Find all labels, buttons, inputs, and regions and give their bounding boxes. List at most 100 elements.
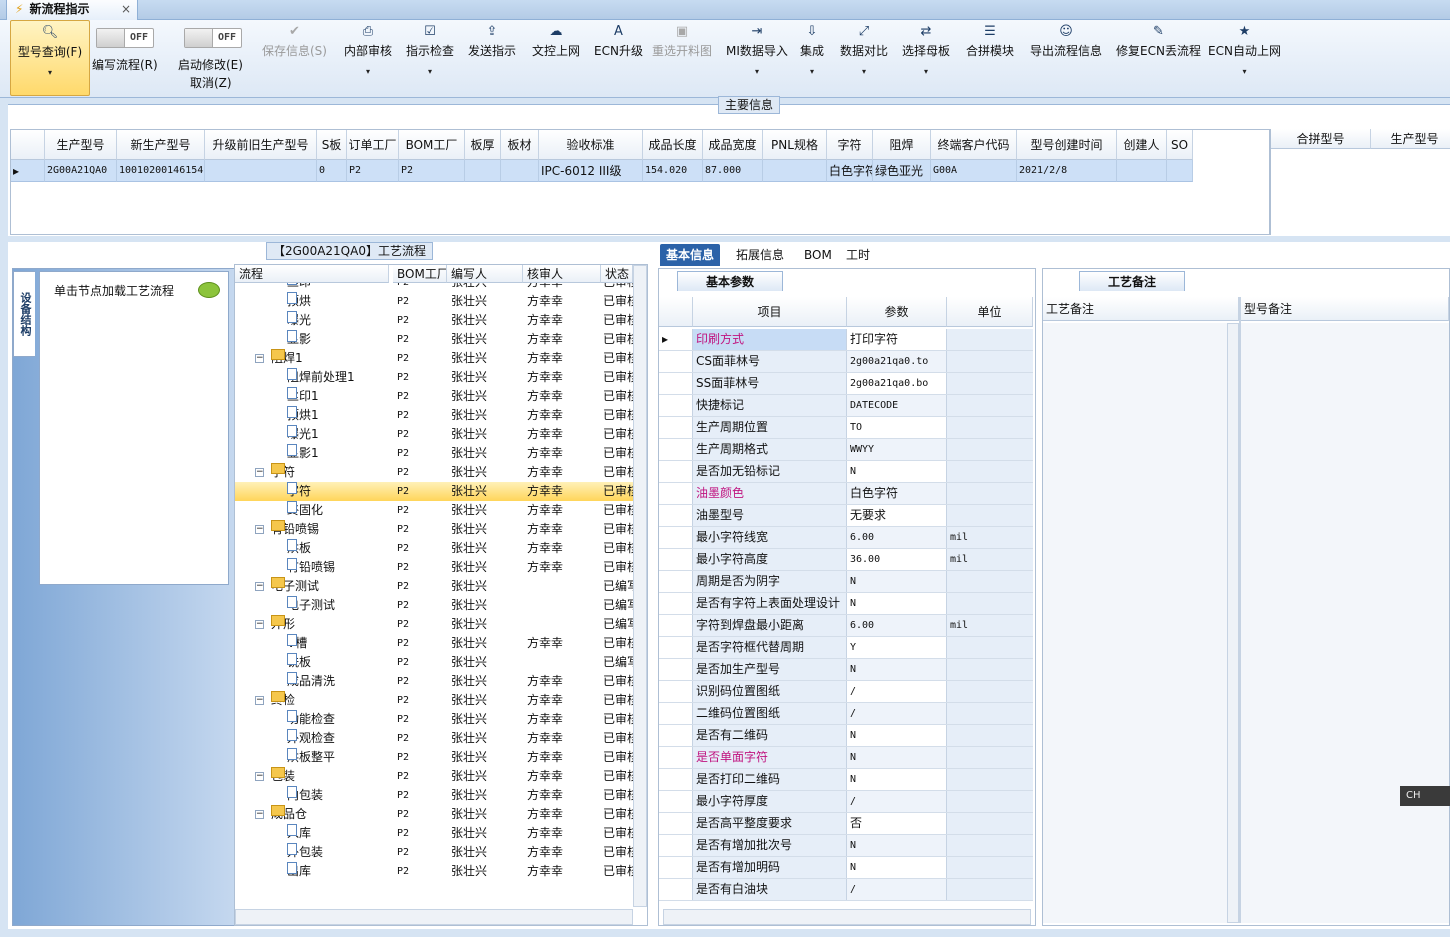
tree-horizontal-scrollbar[interactable] bbox=[235, 909, 633, 925]
tree-row[interactable]: 显影 P2 张壮兴 方幸幸 已审核 bbox=[235, 330, 633, 349]
tree-row[interactable]: 预烘1 P2 张壮兴 方幸幸 已审核 bbox=[235, 406, 633, 425]
column-header[interactable]: 板厚 bbox=[465, 130, 501, 160]
collapse-icon[interactable]: − bbox=[255, 468, 264, 477]
ribbon-button-0[interactable]: ✔ 保存信息(S) bbox=[262, 20, 327, 96]
tree-row[interactable]: 丝印1 P2 张壮兴 方幸幸 已审核 bbox=[235, 387, 633, 406]
param-row[interactable]: 是否加生产型号 N bbox=[659, 659, 1033, 681]
param-value[interactable]: TO bbox=[847, 417, 947, 438]
param-row[interactable]: ▸ 印刷方式 打印字符 bbox=[659, 329, 1033, 351]
tab-2[interactable]: BOM bbox=[798, 244, 838, 266]
table-cell[interactable] bbox=[1167, 160, 1193, 182]
param-value[interactable]: N bbox=[847, 571, 947, 592]
tree-row[interactable]: 外包装 P2 张壮兴 方幸幸 已审核 bbox=[235, 843, 633, 862]
ribbon-button-4[interactable]: ☁ 文控上网 bbox=[532, 20, 580, 96]
param-value[interactable]: 6.00 bbox=[847, 615, 947, 636]
column-header[interactable]: PNL规格 bbox=[763, 130, 827, 160]
tree-row[interactable]: 丝印 P2 张壮兴方幸幸已审核 bbox=[235, 283, 633, 292]
table-cell[interactable]: 白色字符 bbox=[827, 160, 873, 182]
process-remark-tab[interactable]: 工艺备注 bbox=[1079, 271, 1185, 291]
column-header[interactable]: 生产型号 bbox=[1371, 129, 1450, 149]
collapse-icon[interactable]: − bbox=[255, 525, 264, 534]
param-row[interactable]: 是否单面字符 N bbox=[659, 747, 1033, 769]
tree-row[interactable]: −有铅喷锡 P2 张壮兴 方幸幸 已审核 bbox=[235, 520, 633, 539]
tree-row[interactable]: −阻焊1 P2 张壮兴 方幸幸 已审核 bbox=[235, 349, 633, 368]
param-value[interactable]: Y bbox=[847, 637, 947, 658]
column-header[interactable]: 型号创建时间 bbox=[1017, 130, 1117, 160]
param-row[interactable]: 油墨颜色 白色字符 bbox=[659, 483, 1033, 505]
column-header[interactable]: 字符 bbox=[827, 130, 873, 160]
param-row[interactable]: 字符到焊盘最小距离 6.00 mil bbox=[659, 615, 1033, 637]
column-header[interactable]: 生产型号 bbox=[45, 130, 117, 160]
column-header[interactable]: S板 bbox=[317, 130, 347, 160]
param-row[interactable]: 识别码位置图纸 / bbox=[659, 681, 1033, 703]
param-row[interactable]: 是否字符框代替周期 Y bbox=[659, 637, 1033, 659]
tree-column-header[interactable]: 核审人 bbox=[523, 265, 601, 283]
tree-row[interactable]: 铣板 P2 张壮兴 已编写 bbox=[235, 653, 633, 672]
param-row[interactable]: 生产周期格式 WWYY bbox=[659, 439, 1033, 461]
ribbon-button-2[interactable]: ☑ 指示检查 ▾ bbox=[406, 20, 454, 96]
tree-row[interactable]: −终检 P2 张壮兴 方幸幸 已审核 bbox=[235, 691, 633, 710]
table-cell[interactable]: 2021/2/8 bbox=[1017, 160, 1117, 182]
param-value[interactable]: 36.00 bbox=[847, 549, 947, 570]
tree-column-header[interactable]: 状态 bbox=[601, 265, 633, 283]
param-value[interactable]: N bbox=[847, 725, 947, 746]
table-cell[interactable] bbox=[1117, 160, 1167, 182]
param-row[interactable]: 是否有增加批次号 N bbox=[659, 835, 1033, 857]
tree-row[interactable]: −包装 P2 张壮兴 方幸幸 已审核 bbox=[235, 767, 633, 786]
document-tab[interactable]: ⚡ 新流程指示 × bbox=[6, 0, 138, 20]
ribbon-button-10[interactable]: ⇄ 选择母板 ▾ bbox=[902, 20, 950, 96]
column-header[interactable]: 升级前旧生产型号 bbox=[205, 130, 317, 160]
ribbon-button-5[interactable]: A ECN升级 bbox=[594, 20, 643, 96]
tab-3[interactable]: 工时 bbox=[840, 244, 876, 266]
param-value[interactable]: 白色字符 bbox=[847, 483, 947, 504]
tree-row[interactable]: 显影1 P2 张壮兴 方幸幸 已审核 bbox=[235, 444, 633, 463]
table-cell[interactable]: 0 bbox=[317, 160, 347, 182]
param-row[interactable]: 是否打印二维码 N bbox=[659, 769, 1033, 791]
table-cell[interactable] bbox=[501, 160, 539, 182]
tree-row[interactable]: 电子测试 P2 张壮兴 已编写 bbox=[235, 596, 633, 615]
cancel-modify-label[interactable]: 取消(Z) bbox=[190, 74, 232, 91]
column-header[interactable]: 成品宽度 bbox=[703, 130, 763, 160]
column-header[interactable]: BOM工厂 bbox=[399, 130, 465, 160]
param-value[interactable]: N bbox=[847, 769, 947, 790]
chevron-down-icon[interactable]: ▾ bbox=[924, 67, 928, 76]
collapse-icon[interactable]: − bbox=[255, 582, 264, 591]
chevron-down-icon[interactable]: ▾ bbox=[755, 67, 759, 76]
column-header[interactable]: 阻焊 bbox=[873, 130, 931, 160]
param-value[interactable]: N bbox=[847, 593, 947, 614]
row-indicator[interactable]: ▸ bbox=[11, 160, 45, 182]
ribbon-button-8[interactable]: ⇩ 集成 ▾ bbox=[800, 20, 824, 96]
param-row[interactable]: 最小字符厚度 / bbox=[659, 791, 1033, 813]
tree-row[interactable]: 烘板整平 P2 张壮兴 方幸幸 已审核 bbox=[235, 748, 633, 767]
table-cell[interactable]: G00A bbox=[931, 160, 1017, 182]
chevron-down-icon[interactable]: ▾ bbox=[810, 67, 814, 76]
column-header[interactable]: 板材 bbox=[501, 130, 539, 160]
tree-row[interactable]: 出库 P2 张壮兴 方幸幸 已审核 bbox=[235, 862, 633, 881]
tree-row[interactable]: 烘板 P2 张壮兴 方幸幸 已审核 bbox=[235, 539, 633, 558]
param-value[interactable]: / bbox=[847, 879, 947, 900]
param-value[interactable]: WWYY bbox=[847, 439, 947, 460]
param-value[interactable]: N bbox=[847, 461, 947, 482]
param-row[interactable]: 是否有增加明码 N bbox=[659, 857, 1033, 879]
tree-column-header[interactable]: BOM工厂 bbox=[393, 265, 447, 283]
tab-1[interactable]: 拓展信息 bbox=[730, 244, 790, 266]
table-cell[interactable]: 87.000 bbox=[703, 160, 763, 182]
tree-row[interactable]: 功能检查 P2 张壮兴 方幸幸 已审核 bbox=[235, 710, 633, 729]
enable-modify-label[interactable]: 启动修改(E) bbox=[178, 56, 243, 73]
param-value[interactable]: N bbox=[847, 857, 947, 878]
tree-column-header[interactable]: 流程 bbox=[235, 265, 389, 283]
param-row[interactable]: CS面菲林号 2g00a21qa0.to bbox=[659, 351, 1033, 373]
tree-row[interactable]: 字符 P2 张壮兴 方幸幸 已审核 bbox=[235, 482, 633, 501]
table-cell[interactable]: 10010200146154 bbox=[117, 160, 205, 182]
param-row[interactable]: 是否加无铅标记 N bbox=[659, 461, 1033, 483]
tree-row[interactable]: 有铅喷锡 P2 张壮兴 方幸幸 已审核 bbox=[235, 558, 633, 577]
param-value[interactable]: 无要求 bbox=[847, 505, 947, 526]
column-header[interactable]: 订单工厂 bbox=[347, 130, 399, 160]
collapse-icon[interactable]: − bbox=[255, 354, 264, 363]
table-cell[interactable]: P2 bbox=[347, 160, 399, 182]
param-row[interactable]: 油墨型号 无要求 bbox=[659, 505, 1033, 527]
table-cell[interactable]: 154.020 bbox=[643, 160, 703, 182]
collapse-icon[interactable]: − bbox=[255, 620, 264, 629]
tree-row[interactable]: −成品仓 P2 张壮兴 方幸幸 已审核 bbox=[235, 805, 633, 824]
param-row[interactable]: 周期是否为阴字 N bbox=[659, 571, 1033, 593]
